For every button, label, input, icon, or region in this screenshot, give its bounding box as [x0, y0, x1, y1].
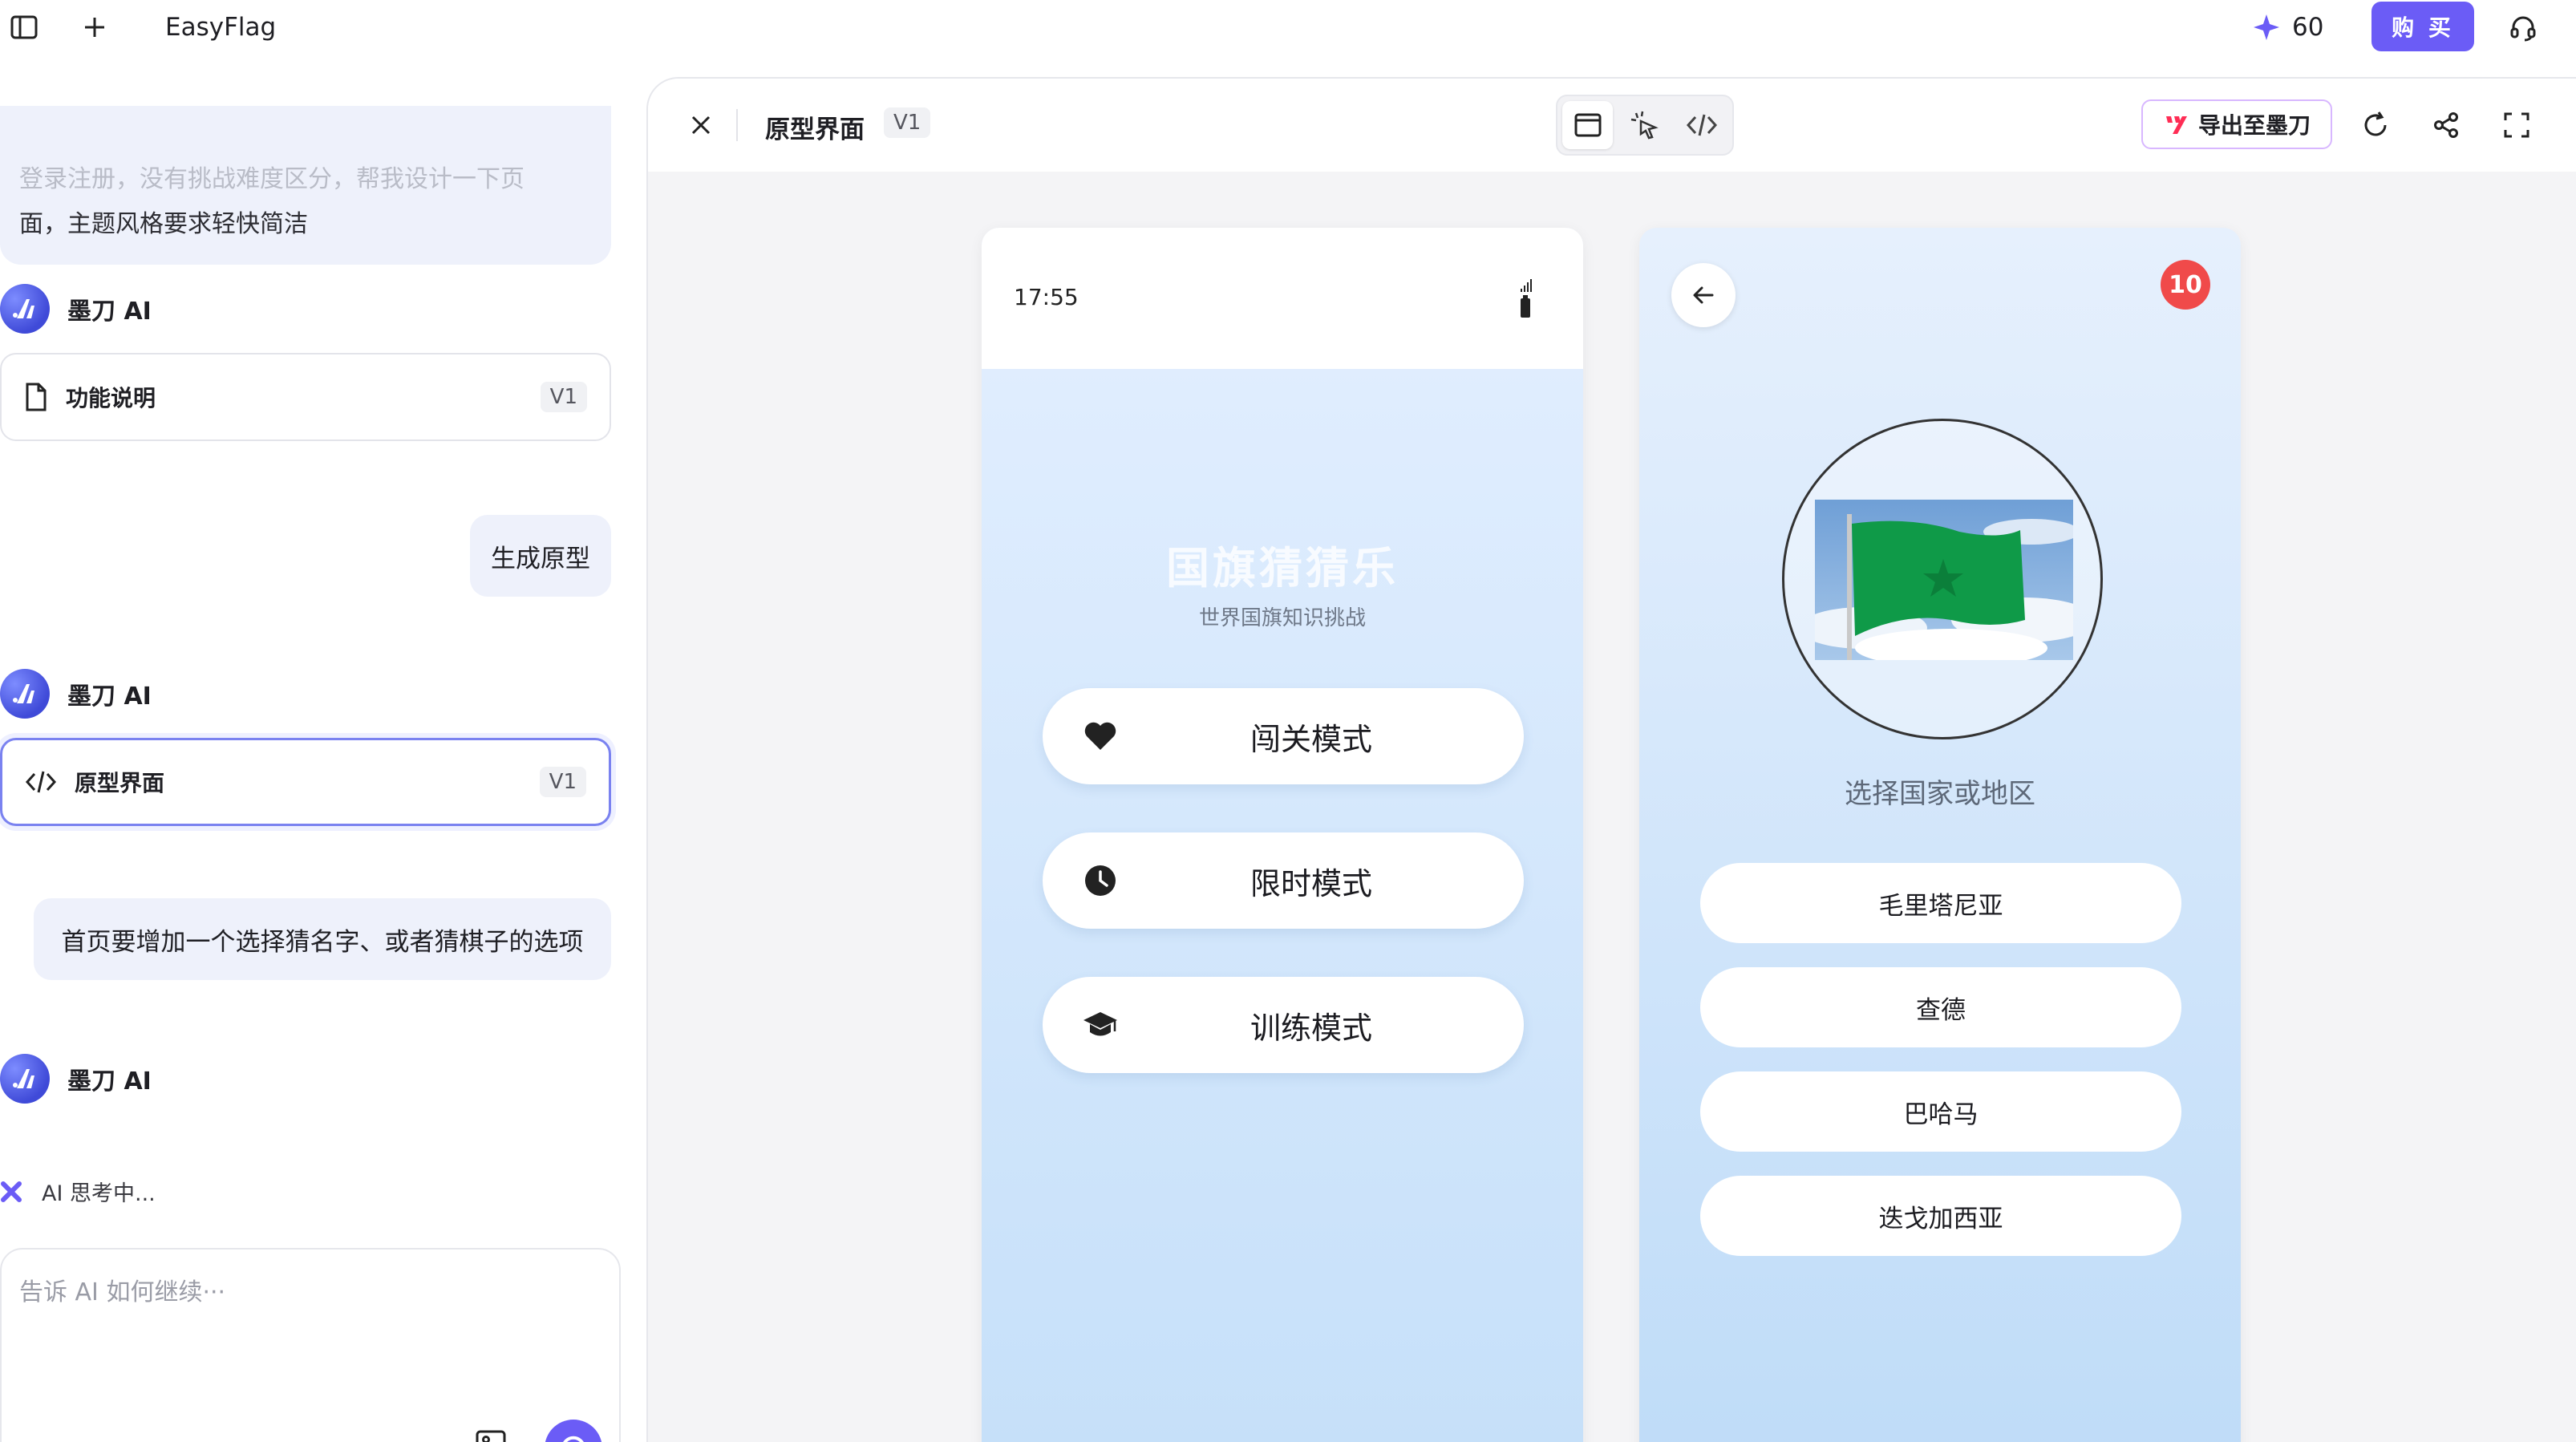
ai-header: 墨刀 AI [0, 669, 152, 719]
user-message: 生成原型 [470, 515, 611, 597]
card-label: 功能说明 [66, 385, 156, 411]
cursor-click-icon [1630, 111, 1659, 140]
level-mode-button[interactable]: 闯关模式 [1043, 688, 1524, 784]
flag-photo [1815, 500, 2073, 660]
modao-ai-logo-icon [0, 284, 50, 334]
arrow-left-icon [1693, 286, 1714, 304]
top-bar: EasyFlag 60 购 买 [0, 0, 2576, 55]
feature-doc-card[interactable]: 功能说明 V1 [0, 353, 611, 441]
timed-mode-button[interactable]: 限时模式 [1043, 832, 1524, 929]
version-tag: V1 [539, 767, 586, 797]
preview-mode-button[interactable] [1562, 101, 1614, 149]
back-button[interactable] [1671, 263, 1736, 327]
message-line: 面，主题风格要求轻快简洁 [19, 210, 308, 238]
ai-name: 墨刀 AI [67, 683, 152, 711]
code-icon [25, 771, 57, 793]
credits-value: 60 [2292, 13, 2324, 42]
export-to-modao-button[interactable]: 导出至墨刀 [2141, 99, 2332, 149]
flag-image-frame [1782, 419, 2103, 739]
quiz-prompt: 选择国家或地区 [1845, 778, 2035, 810]
close-icon[interactable] [683, 107, 719, 143]
modao-ai-logo-icon [0, 669, 50, 719]
remaining-count-badge: 10 [2161, 260, 2210, 310]
quiz-screen-phone: 10 选择国家或地区 毛里塔尼亚 查德 巴哈马 迭戈加西亚 [1639, 228, 2241, 1442]
header-divider [736, 109, 738, 141]
modao-ai-logo-icon [0, 1054, 50, 1104]
preview-title: 原型界面 [765, 115, 865, 144]
send-stop-button[interactable] [545, 1420, 602, 1442]
thinking-text: AI 思考中... [42, 1181, 156, 1206]
ai-name: 墨刀 AI [67, 1067, 152, 1096]
document-icon [26, 383, 47, 411]
status-time: 17:55 [1014, 284, 1079, 310]
sparkle-icon [2254, 14, 2279, 40]
previous-user-message: 登录注册，没有挑战难度区分，帮我设计一下页 面，主题风格要求轻快简洁 [0, 106, 611, 265]
status-bar: 17:55 [982, 228, 1583, 369]
signal-battery-icon [1521, 279, 1532, 318]
message-line: 登录注册，没有挑战难度区分，帮我设计一下页 [19, 165, 525, 193]
window-icon [1574, 113, 1602, 137]
training-mode-button[interactable]: 训练模式 [1043, 977, 1524, 1073]
answer-option[interactable]: 迭戈加西亚 [1700, 1176, 2181, 1256]
share-icon[interactable] [2428, 107, 2464, 143]
ai-header: 墨刀 AI [0, 1054, 152, 1104]
credits-counter: 60 [2252, 11, 2323, 43]
prototype-preview-panel: 原型界面 V1 导出至墨刀 17:55 国旗猜猜乐 世界国旗知识挑战 闯关模式 … [646, 77, 2576, 1442]
user-message: 首页要增加一个选择猜名字、或者猜棋子的选项 [34, 898, 611, 980]
sidebar-toggle-icon[interactable] [8, 11, 40, 43]
export-label: 导出至墨刀 [2197, 112, 2311, 139]
refresh-icon[interactable] [2358, 107, 2393, 143]
ai-thinking-status: AI 思考中... [0, 1176, 156, 1207]
headset-support-icon[interactable] [2507, 11, 2539, 43]
chat-input-placeholder[interactable]: 告诉 AI 如何继续··· [19, 1272, 225, 1307]
answer-option[interactable]: 巴哈马 [1700, 1071, 2181, 1152]
clock-icon [1083, 863, 1118, 898]
preview-header: 原型界面 V1 导出至墨刀 [648, 79, 2576, 172]
select-mode-button[interactable] [1619, 101, 1670, 149]
app-title: EasyFlag [165, 13, 277, 42]
answer-option[interactable]: 毛里塔尼亚 [1700, 863, 2181, 943]
new-chat-plus-icon[interactable] [79, 11, 111, 43]
graduation-cap-icon [1083, 1007, 1118, 1043]
thinking-spinner-icon [1, 1181, 22, 1202]
prototype-ui-card[interactable]: 原型界面 V1 [0, 738, 611, 826]
game-subtitle: 世界国旗知识挑战 [1198, 606, 1366, 630]
code-mode-button[interactable] [1677, 101, 1727, 149]
answer-option[interactable]: 查德 [1700, 967, 2181, 1047]
heart-icon [1083, 719, 1118, 754]
version-tag: V1 [540, 382, 587, 412]
image-upload-icon[interactable] [475, 1428, 513, 1442]
modao-brand-icon [2165, 116, 2187, 134]
chat-input-box[interactable]: 告诉 AI 如何继续··· [0, 1248, 621, 1442]
preview-version-tag[interactable]: V1 [884, 107, 931, 138]
view-mode-toggle [1556, 95, 1734, 156]
buy-button[interactable]: 购 买 [2371, 2, 2474, 51]
ai-name: 墨刀 AI [67, 298, 152, 326]
loading-spinner-icon [563, 1436, 584, 1442]
code-icon [1687, 114, 1718, 136]
game-title: 国旗猜猜乐 [1166, 543, 1399, 593]
card-label: 原型界面 [75, 770, 165, 796]
ai-header: 墨刀 AI [0, 284, 152, 334]
fullscreen-icon[interactable] [2499, 107, 2534, 143]
chat-panel: 登录注册，没有挑战难度区分，帮我设计一下页 面，主题风格要求轻快简洁 墨刀 AI… [0, 55, 634, 1442]
home-screen-phone: 17:55 国旗猜猜乐 世界国旗知识挑战 闯关模式 限时模式 训练模式 [982, 228, 1583, 1442]
